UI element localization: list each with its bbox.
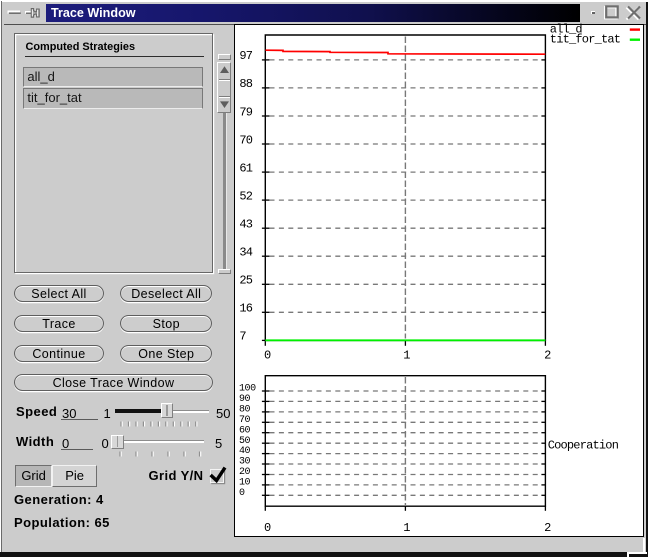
svg-text:40: 40 — [239, 446, 251, 457]
svg-text:97: 97 — [239, 49, 252, 63]
svg-text:61: 61 — [239, 161, 252, 175]
svg-text:20: 20 — [239, 467, 251, 478]
svg-text:0: 0 — [239, 488, 245, 499]
svg-text:10: 10 — [239, 478, 251, 489]
svg-text:2: 2 — [544, 349, 551, 363]
svg-text:88: 88 — [239, 77, 252, 91]
svg-text:0: 0 — [264, 349, 271, 363]
svg-text:30: 30 — [239, 457, 251, 468]
svg-text:43: 43 — [239, 218, 252, 232]
svg-text:7: 7 — [239, 330, 246, 344]
svg-text:2: 2 — [544, 521, 551, 535]
svg-text:25: 25 — [239, 274, 252, 288]
svg-text:90: 90 — [239, 394, 251, 405]
svg-text:79: 79 — [239, 105, 252, 119]
svg-text:34: 34 — [239, 246, 252, 260]
svg-text:80: 80 — [239, 405, 251, 416]
svg-text:0: 0 — [264, 521, 271, 535]
svg-text:100: 100 — [239, 384, 256, 395]
svg-text:1: 1 — [403, 521, 410, 535]
svg-text:70: 70 — [239, 133, 252, 147]
svg-text:tit_for_tat: tit_for_tat — [550, 33, 620, 47]
svg-text:60: 60 — [239, 425, 251, 436]
svg-text:50: 50 — [239, 436, 251, 447]
svg-text:70: 70 — [239, 415, 251, 426]
svg-text:16: 16 — [239, 302, 252, 316]
svg-text:1: 1 — [403, 349, 410, 363]
svg-text:Cooperation: Cooperation — [548, 439, 619, 453]
svg-text:52: 52 — [239, 189, 252, 203]
